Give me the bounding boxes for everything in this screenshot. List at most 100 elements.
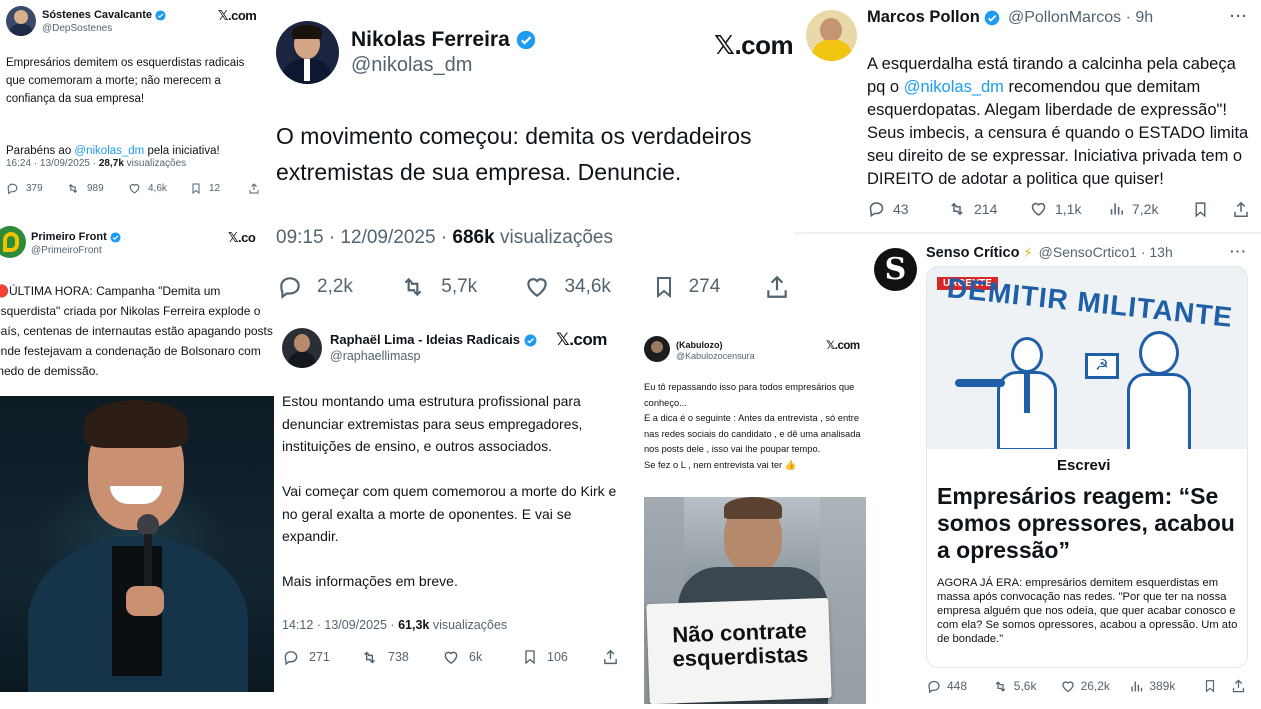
x-logo: 𝕏.co: [228, 230, 256, 245]
author-handle[interactable]: @raphaellimasp: [330, 349, 421, 363]
action-bar: 271 738 6k 106: [282, 648, 624, 666]
tweet-sostenes: Sóstenes Cavalcante @DepSostenes 𝕏.com E…: [0, 0, 272, 212]
action-bar: 2,2k 5,7k 34,6k 274: [276, 272, 790, 302]
retweet-icon: [404, 277, 422, 297]
tweet-meta: 16:24 · 13/09/2025 · 28,7k visualizações: [6, 158, 187, 169]
avatar[interactable]: [0, 226, 26, 258]
tweet-raphael: Raphaël Lima - Ideias Radicais @raphaell…: [274, 318, 634, 692]
avatar[interactable]: [276, 21, 339, 84]
bookmark-icon: [192, 183, 200, 194]
retweet-button[interactable]: 5,6k: [992, 679, 1060, 694]
tweet-photo[interactable]: [0, 396, 274, 692]
share-button[interactable]: [1231, 678, 1246, 694]
views-button[interactable]: 389k: [1129, 679, 1203, 694]
author-name[interactable]: Raphaël Lima - Ideias Radicais: [330, 332, 537, 347]
x-logo: 𝕏.com: [714, 30, 794, 60]
author-handle[interactable]: @PollonMarcos · 9h: [1008, 9, 1153, 26]
tweet-text-2: Parabéns ao @nikolas_dm pela iniciativa!: [6, 145, 220, 157]
like-button[interactable]: 26,2k: [1060, 679, 1130, 694]
retweet-icon: [995, 680, 1006, 692]
author-handle[interactable]: @SensoCrtico1 · 13h: [1039, 244, 1173, 260]
share-icon: [767, 275, 787, 298]
author-handle[interactable]: @nikolas_dm: [351, 54, 472, 77]
verified-badge-icon: [516, 31, 535, 50]
news-headline: Empresários reagem: “Se somos opressores…: [937, 483, 1235, 563]
action-bar: 43 214 1,1k 7,2k: [867, 199, 1257, 219]
author-name[interactable]: Marcos Pollon @PollonMarcos · 9h: [867, 8, 1153, 27]
reply-button[interactable]: 43: [867, 200, 947, 218]
news-card-image[interactable]: URGENTE DEMITIR MILITANTE ☭ Escrevi Empr…: [926, 266, 1248, 668]
brand-logo: Escrevi: [1057, 457, 1111, 474]
author-handle[interactable]: @Kabulozocensura: [676, 351, 755, 361]
share-button[interactable]: [1232, 200, 1250, 219]
heart-icon: [1061, 680, 1074, 692]
avatar[interactable]: [6, 6, 36, 36]
author-handle[interactable]: @DepSostenes: [42, 23, 112, 34]
avatar[interactable]: [644, 336, 670, 362]
author-name[interactable]: Sóstenes Cavalcante: [42, 9, 166, 21]
divider: [794, 232, 1261, 234]
like-button[interactable]: 4,6k: [128, 182, 190, 195]
reply-button[interactable]: 379: [6, 182, 66, 195]
retweet-button[interactable]: 5,7k: [398, 274, 523, 300]
bookmark-button[interactable]: 274: [652, 273, 764, 301]
banner-title: DEMITIR MILITANTE: [945, 272, 1235, 333]
share-button[interactable]: [602, 648, 619, 666]
verified-badge-icon: [110, 232, 121, 243]
views-chart-icon: [1110, 203, 1123, 215]
boss-cartoon: [997, 337, 1057, 452]
tweet-text: 🔴ÚLTIMA HORA: Campanha "Demita um esquer…: [0, 284, 273, 378]
tweet-photo[interactable]: Não contrate esquerdistas: [644, 497, 866, 704]
reply-button[interactable]: 271: [282, 649, 360, 666]
reply-button[interactable]: 2,2k: [276, 274, 398, 300]
heart-icon: [129, 183, 140, 193]
sign-text: Não contrate esquerdistas: [671, 617, 809, 672]
microphone-icon: [137, 514, 159, 536]
share-button[interactable]: [248, 182, 260, 195]
retweet-button[interactable]: 214: [947, 200, 1029, 218]
tweet-primeiro-front: Primeiro Front @PrimeiroFront 𝕏.co 🔴ÚLTI…: [0, 218, 274, 692]
author-name[interactable]: Nikolas Ferreira: [351, 28, 536, 52]
more-options-button[interactable]: ···: [1230, 243, 1247, 259]
lightning-icon: ⚡: [1023, 245, 1033, 260]
author-handle[interactable]: @PrimeiroFront: [31, 245, 102, 256]
avatar[interactable]: S: [874, 248, 917, 291]
bookmark-button[interactable]: 12: [190, 182, 248, 195]
retweet-button[interactable]: 738: [360, 649, 442, 666]
views-button[interactable]: 7,2k: [1108, 200, 1192, 218]
like-button[interactable]: 6k: [442, 649, 522, 666]
action-bar: 379 989 4,6k 12: [6, 180, 266, 196]
x-logo: 𝕏.com: [556, 330, 607, 349]
retweet-icon: [364, 651, 375, 663]
bookmark-button[interactable]: [1203, 678, 1231, 694]
author-name[interactable]: (Kabulozo): [676, 340, 723, 350]
retweet-button[interactable]: 989: [66, 182, 128, 195]
reply-icon: [7, 183, 18, 194]
author-name[interactable]: Primeiro Front: [31, 231, 121, 243]
bookmark-icon: [656, 277, 671, 299]
author-name[interactable]: Senso Crítico ⚡ @SensoCrtico1 · 13h: [926, 244, 1173, 261]
heart-icon: [527, 278, 548, 297]
reply-button[interactable]: 448: [926, 679, 992, 694]
action-bar: 448 5,6k 26,2k 389k: [926, 677, 1246, 695]
tweet-text: Empresários demitem os esquerdistas radi…: [6, 57, 245, 105]
like-button[interactable]: 1,1k: [1029, 200, 1108, 218]
tweet-senso-critico: S Senso Crítico ⚡ @SensoCrtico1 · 13h ··…: [868, 236, 1261, 709]
x-logo: 𝕏.com: [826, 340, 860, 352]
more-options-button[interactable]: ···: [1230, 8, 1248, 25]
tweet-pollon: Marcos Pollon @PollonMarcos · 9h ··· A e…: [798, 0, 1261, 230]
avatar[interactable]: [282, 328, 322, 368]
heart-icon: [1031, 202, 1046, 216]
mention-link[interactable]: @nikolas_dm: [74, 145, 144, 157]
news-lead: AGORA JÁ ERA: empresários demitem esquer…: [937, 577, 1238, 645]
bookmark-button[interactable]: 106: [522, 648, 602, 666]
bookmark-button[interactable]: [1192, 200, 1232, 219]
tweet-text: Estou montando uma estrutura profissiona…: [282, 393, 617, 589]
tweet-text: O movimento começou: demita os verdadeir…: [276, 123, 752, 185]
share-button[interactable]: [764, 273, 790, 301]
reply-icon: [284, 650, 298, 665]
like-button[interactable]: 34,6k: [523, 274, 651, 300]
avatar[interactable]: [806, 10, 857, 61]
mention-link[interactable]: @nikolas_dm: [904, 78, 1004, 96]
retweet-icon: [68, 183, 78, 193]
